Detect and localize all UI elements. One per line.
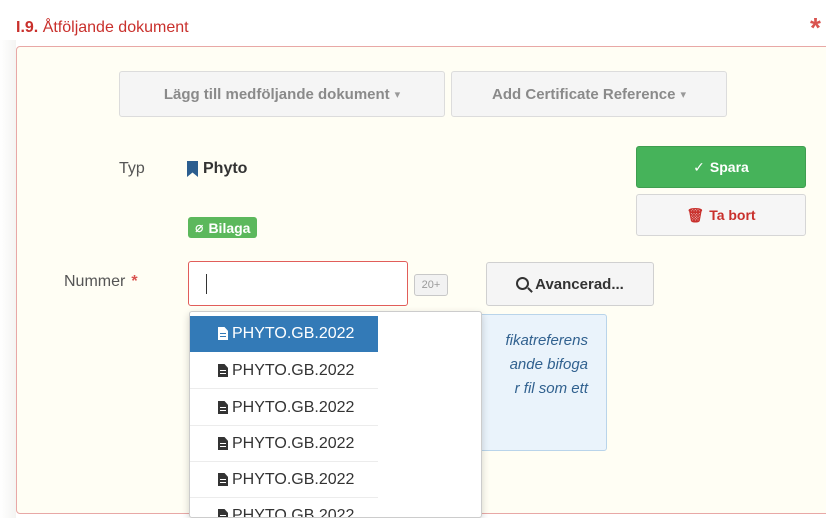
suggestion-label: PHYTO.GB.2022 (232, 361, 355, 379)
delete-button[interactable]: 🗑 Ta bort (636, 194, 806, 236)
left-shadow (0, 40, 16, 518)
nummer-label: Nummer * (64, 273, 138, 291)
search-icon (516, 276, 530, 290)
nummer-required-star: * (131, 273, 138, 290)
bilaga-label: Bilaga (208, 219, 251, 236)
typ-label: Typ (119, 160, 145, 177)
suggestion-label: PHYTO.GB.2022 (232, 398, 355, 416)
suggestion-item[interactable]: PHYTO.GB.2022 (190, 498, 378, 518)
caret-down-icon: ▾ (680, 88, 686, 101)
file-icon (218, 437, 228, 450)
advanced-search-button[interactable]: Avancerad... (486, 262, 654, 306)
typ-value: Phyto (187, 160, 247, 178)
nummer-input[interactable] (188, 261, 408, 306)
suggestion-item[interactable]: PHYTO.GB.2022 (190, 316, 378, 352)
caret-down-icon: ▾ (394, 88, 401, 101)
suggestion-item[interactable]: PHYTO.GB.2022 (190, 353, 378, 389)
trash-icon: 🗑 (686, 206, 705, 223)
section-title: I.9. Åtföljande dokument (16, 18, 189, 38)
suggestion-item[interactable]: PHYTO.GB.2022 (190, 426, 378, 462)
file-icon (218, 473, 228, 486)
bilaga-badge[interactable]: ⌀ Bilaga (188, 217, 258, 238)
bookmark-icon (187, 161, 198, 177)
suggestion-item[interactable]: PHYTO.GB.2022 (190, 462, 378, 498)
delete-label: Ta bort (709, 207, 756, 223)
suggestion-item[interactable]: PHYTO.GB.2022 (190, 390, 378, 426)
advanced-label: Avancerad... (535, 275, 624, 293)
add-document-button[interactable]: Lägg till medföljande dokument ▾ (119, 71, 445, 117)
nummer-suggestions-dropdown[interactable]: PHYTO.GB.2022 PHYTO.GB.2022 PHYTO.GB.202… (189, 311, 482, 518)
suggestion-label: PHYTO.GB.2022 (232, 470, 355, 488)
section-title-text: Åtföljande dokument (42, 19, 189, 36)
file-icon (218, 364, 228, 377)
save-label: Spara (709, 159, 749, 175)
page: I.9. Åtföljande dokument * Lägg till med… (0, 0, 826, 518)
section-code: I.9. (16, 19, 39, 36)
file-icon (218, 327, 228, 340)
add-document-label: Lägg till medföljande dokument (163, 85, 390, 103)
add-certificate-reference-button[interactable]: Add Certificate Reference ▾ (451, 71, 727, 117)
suggestion-label: PHYTO.GB.2022 (232, 506, 355, 518)
check-icon: ✓ (693, 158, 705, 175)
add-reference-label: Add Certificate Reference (492, 85, 676, 103)
typ-value-text: Phyto (203, 160, 248, 177)
paperclip-icon: ⌀ (195, 219, 204, 235)
file-icon (218, 401, 228, 414)
suggestion-label: PHYTO.GB.2022 (232, 434, 355, 452)
file-icon (218, 509, 228, 517)
section-header: I.9. Åtföljande dokument * (0, 0, 826, 43)
nummer-label-text: Nummer (64, 273, 126, 290)
suggestion-label: PHYTO.GB.2022 (232, 324, 355, 342)
result-count-badge: 20+ (414, 274, 448, 296)
save-button[interactable]: ✓ Spara (636, 146, 806, 188)
section-required-star: * (810, 12, 821, 43)
text-cursor (206, 274, 207, 294)
